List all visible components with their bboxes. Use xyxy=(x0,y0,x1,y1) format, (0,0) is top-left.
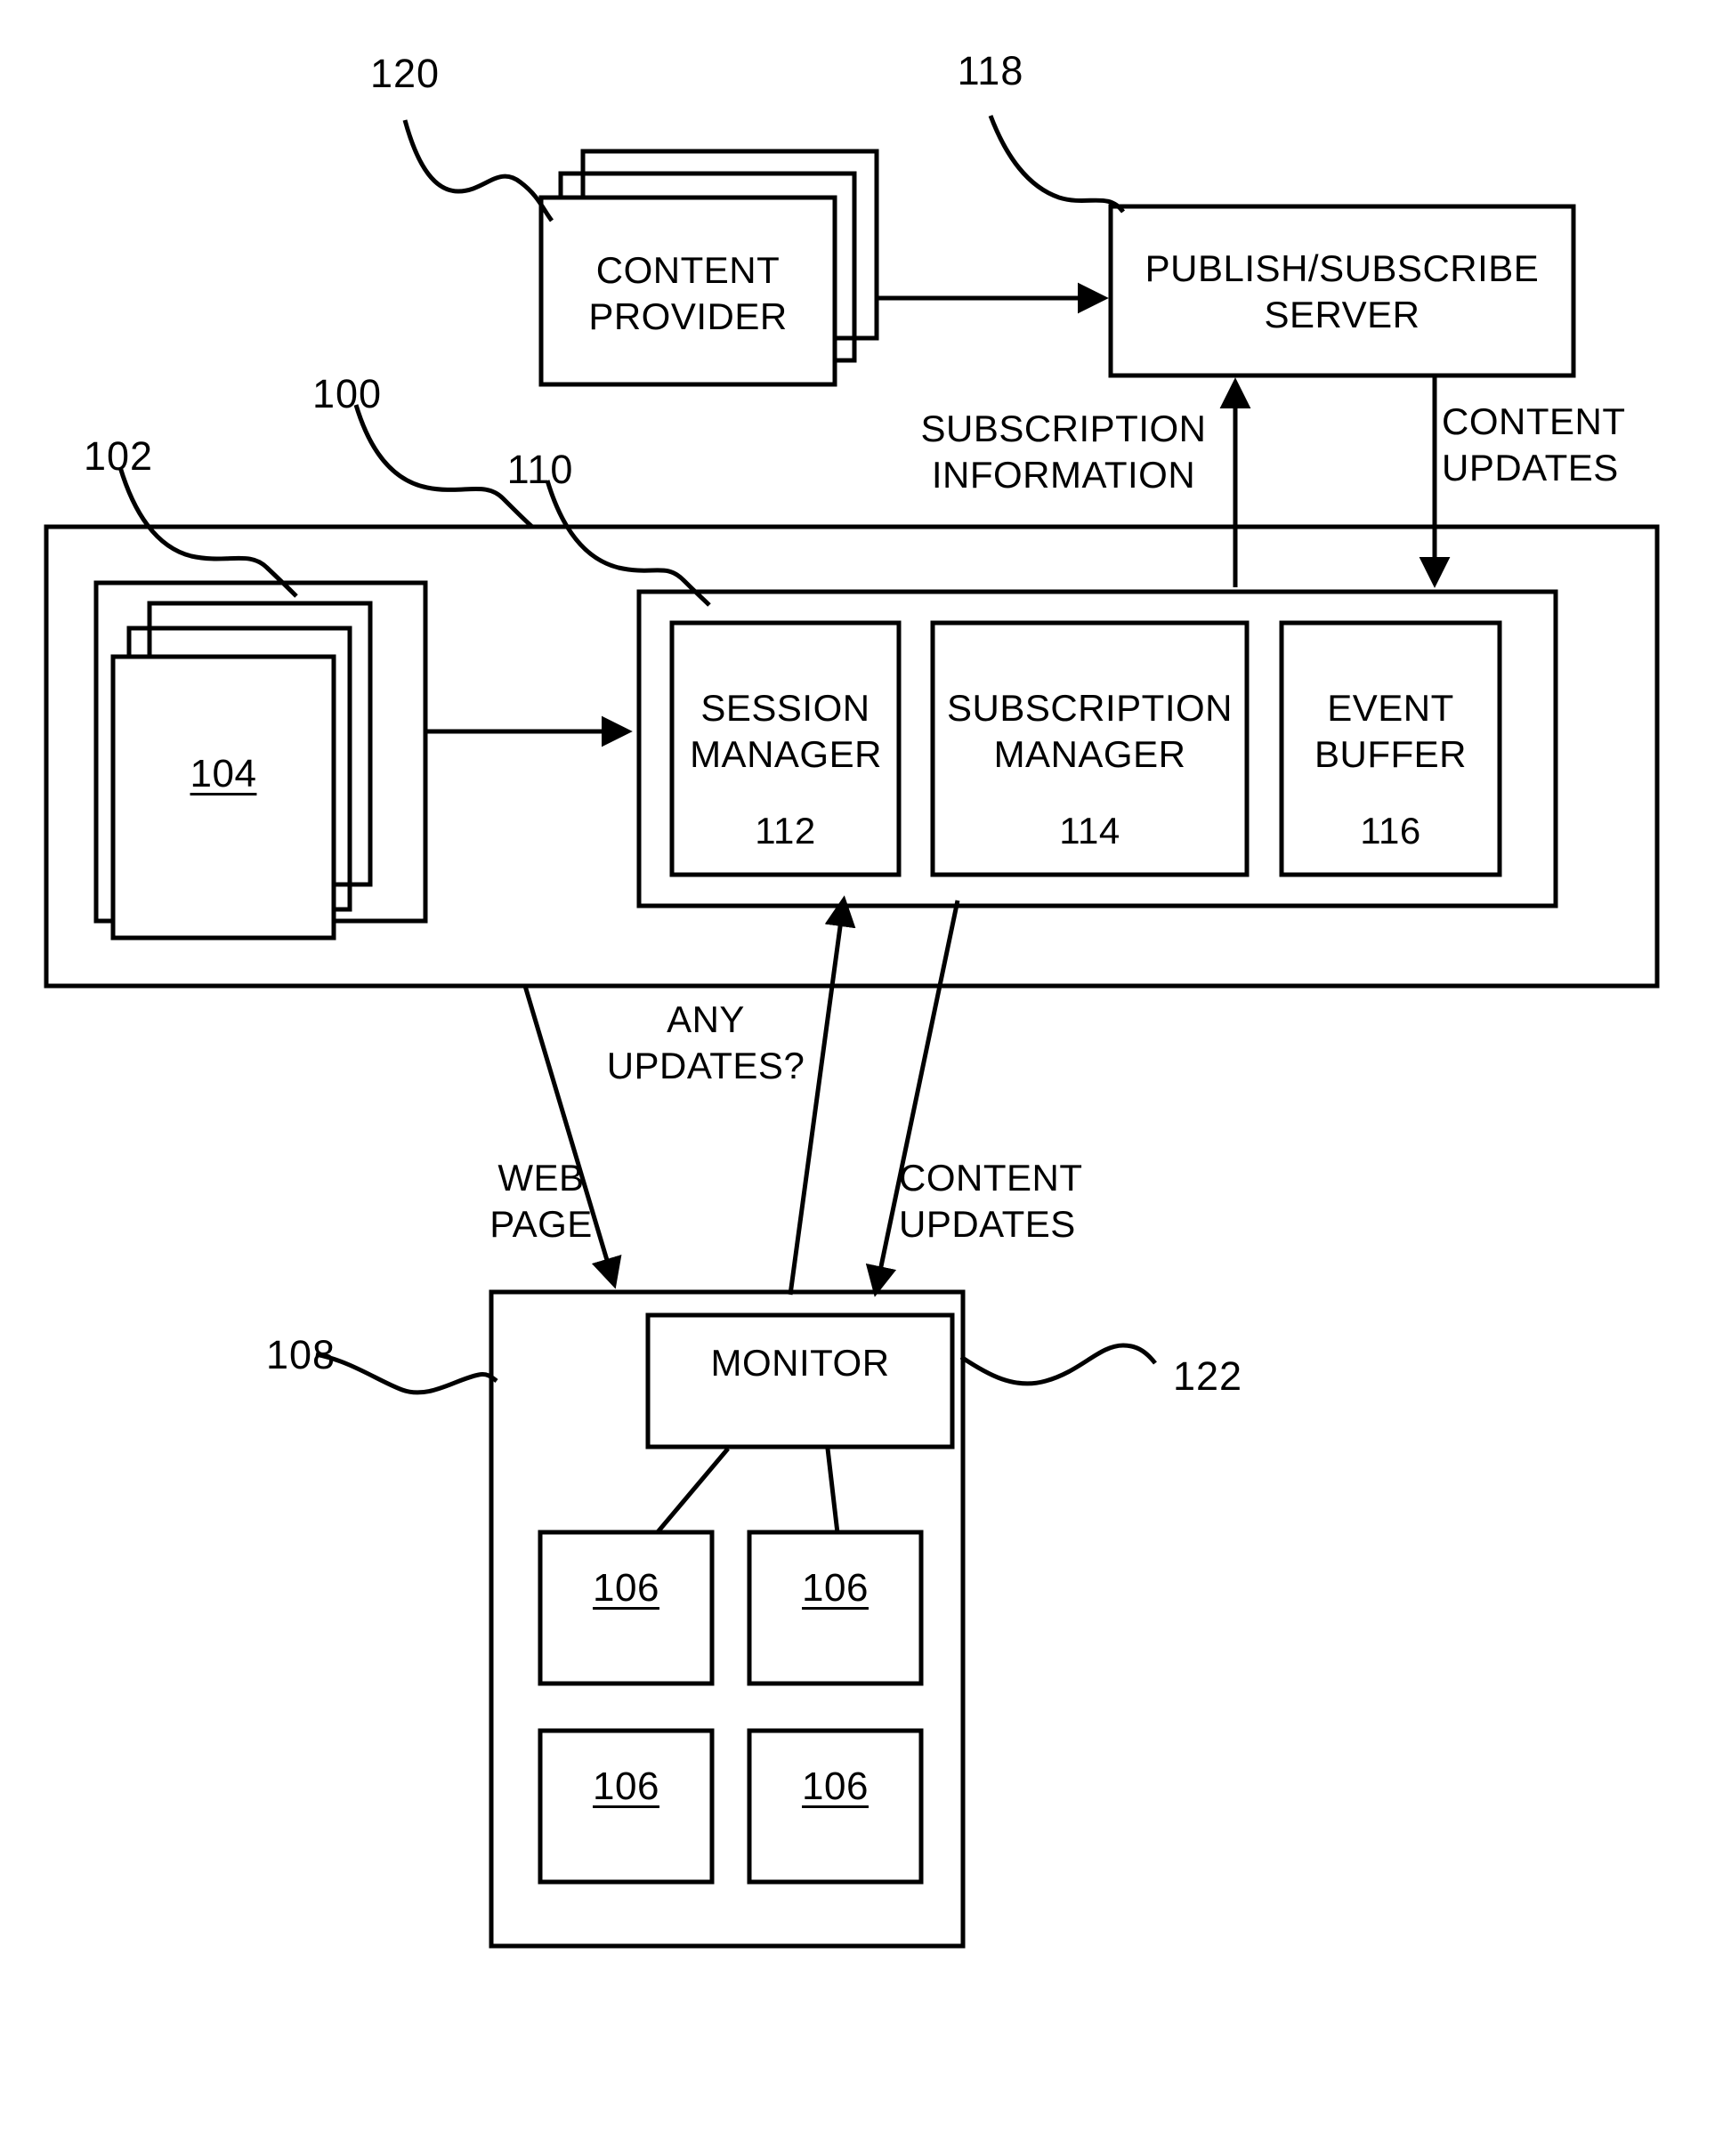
session-manager-label-line2: MANAGER xyxy=(690,733,882,775)
flow-label-subscription-information-line2: INFORMATION xyxy=(931,454,1196,496)
leader-110 xyxy=(545,480,711,607)
content-provider-label-line1: CONTENT xyxy=(595,249,781,291)
flow-label-content-updates-top-line2: UPDATES xyxy=(1442,447,1619,489)
pubsub-server-box xyxy=(1108,204,1576,378)
event-buffer-ref-116: 116 xyxy=(1360,810,1421,852)
flow-label-any-updates-line1: ANY xyxy=(667,998,745,1040)
event-buffer-label-line2: BUFFER xyxy=(1314,733,1467,775)
content-provider-label-line2: PROVIDER xyxy=(588,295,788,337)
client-sheet-front xyxy=(110,654,336,941)
flow-label-content-updates-top-line1: CONTENT xyxy=(1442,400,1626,442)
subscription-manager-label-line2: MANAGER xyxy=(993,733,1186,775)
page-region-ref-106-2: 106 xyxy=(802,1566,869,1610)
flow-label-web-page-line1: WEB xyxy=(497,1157,585,1199)
leader-122 xyxy=(959,1343,1157,1386)
subscription-manager-label-line1: SUBSCRIPTION xyxy=(946,687,1234,729)
leader-118 xyxy=(988,115,1126,214)
ref-numeral-118: 118 xyxy=(957,48,1024,93)
arrow-any-updates xyxy=(788,895,856,1296)
flow-label-web-page-line2: PAGE xyxy=(489,1203,593,1245)
page-region-ref-106-1: 106 xyxy=(593,1566,659,1610)
ref-numeral-100: 100 xyxy=(311,371,383,416)
flow-label-content-updates-bottom-line2: UPDATES xyxy=(899,1203,1076,1245)
pubsub-server-label-line1: PUBLISH/SUBSCRIBE xyxy=(1145,247,1540,289)
session-manager-ref-112: 112 xyxy=(755,810,816,852)
ref-numeral-110: 110 xyxy=(506,447,574,492)
pubsub-server-label-line2: SERVER xyxy=(1264,294,1420,335)
subscription-manager-ref-114: 114 xyxy=(1059,810,1120,852)
flow-label-content-updates-bottom-line1: CONTENT xyxy=(899,1157,1083,1199)
patent-figure-page: 120 118 100 102 110 108 122 CONTENT PROV… xyxy=(0,0,1731,2156)
page-region-ref-106-3: 106 xyxy=(593,1764,659,1808)
leader-120 xyxy=(402,119,554,222)
ref-numeral-120: 120 xyxy=(369,51,441,96)
flow-label-any-updates-line2: UPDATES? xyxy=(606,1045,805,1086)
leader-102 xyxy=(117,466,298,598)
page-region-ref-106-4: 106 xyxy=(802,1764,869,1808)
flow-label-subscription-information-line1: SUBSCRIPTION xyxy=(920,408,1207,449)
ref-numeral-108: 108 xyxy=(265,1332,336,1377)
ref-numeral-122: 122 xyxy=(1172,1353,1243,1399)
client-ref-104: 104 xyxy=(190,752,257,795)
session-manager-label-line1: SESSION xyxy=(700,687,870,729)
monitor-label: MONITOR xyxy=(710,1342,890,1384)
event-buffer-label-line1: EVENT xyxy=(1327,687,1454,729)
ref-numeral-102: 102 xyxy=(83,433,154,479)
